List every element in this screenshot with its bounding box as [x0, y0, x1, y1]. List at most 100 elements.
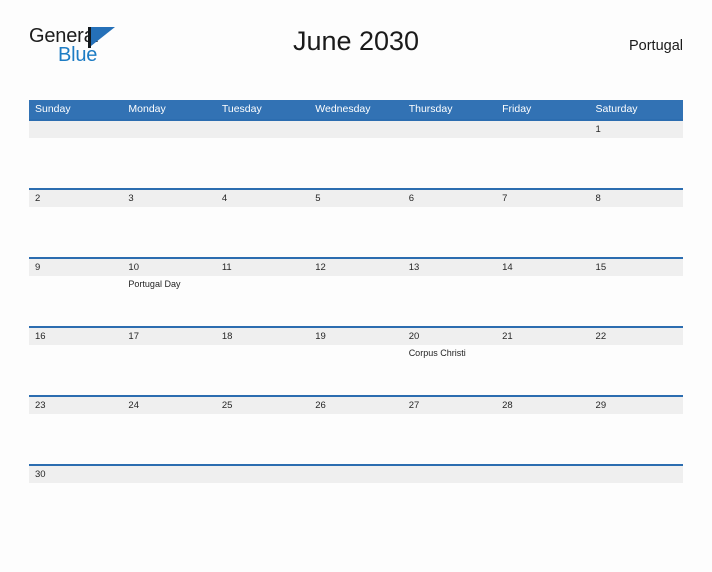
- country-label: Portugal: [628, 38, 683, 54]
- day-number[interactable]: [496, 466, 589, 483]
- day-number[interactable]: 26: [309, 397, 402, 414]
- day-event: [496, 345, 589, 395]
- day-number[interactable]: 19: [309, 328, 402, 345]
- day-number[interactable]: 28: [496, 397, 589, 414]
- day-event: [216, 483, 309, 493]
- day-event: Corpus Christi: [408, 348, 466, 358]
- day-number[interactable]: [216, 121, 309, 138]
- day-number[interactable]: 10: [122, 259, 215, 276]
- weekday-saturday: Saturday: [595, 103, 638, 115]
- day-number[interactable]: 4: [216, 190, 309, 207]
- day-number[interactable]: 11: [216, 259, 309, 276]
- day-event: [496, 414, 589, 464]
- day-event: [122, 138, 215, 188]
- day-number[interactable]: [122, 121, 215, 138]
- day-event: [309, 207, 402, 257]
- day-number[interactable]: 13: [403, 259, 496, 276]
- day-event: [122, 345, 215, 395]
- day-number[interactable]: 17: [122, 328, 215, 345]
- weekday-friday: Friday: [502, 103, 532, 115]
- day-number[interactable]: 1: [590, 121, 683, 138]
- day-event: [216, 276, 309, 326]
- week-event-band: [29, 138, 683, 188]
- day-number[interactable]: 29: [590, 397, 683, 414]
- day-number[interactable]: 20: [403, 328, 496, 345]
- calendar-week-row: 30: [29, 464, 683, 493]
- day-number[interactable]: 7: [496, 190, 589, 207]
- day-number[interactable]: 24: [122, 397, 215, 414]
- day-number[interactable]: 21: [496, 328, 589, 345]
- day-number[interactable]: 16: [29, 328, 122, 345]
- weekday-sunday: Sunday: [35, 103, 71, 115]
- day-number[interactable]: 27: [403, 397, 496, 414]
- day-event: [29, 276, 122, 326]
- day-number[interactable]: [403, 121, 496, 138]
- day-number[interactable]: [309, 121, 402, 138]
- week-daynumber-band: 1: [29, 121, 683, 138]
- day-event: [590, 414, 683, 464]
- week-event-band: [29, 207, 683, 257]
- day-event: [309, 345, 402, 395]
- week-daynumber-band: 2 3 4 5 6 7 8: [29, 190, 683, 207]
- day-event: [403, 138, 496, 188]
- day-number[interactable]: 12: [309, 259, 402, 276]
- week-daynumber-band: 23 24 25 26 27 28 29: [29, 397, 683, 414]
- day-number[interactable]: [122, 466, 215, 483]
- day-number[interactable]: [309, 466, 402, 483]
- calendar-week-row: 16 17 18 19 20 21 22 Corpus Christi: [29, 326, 683, 395]
- week-daynumber-band: 30: [29, 466, 683, 483]
- calendar-page: General Blue June 2030 Portugal Sunday M…: [0, 22, 712, 572]
- week-event-band: Corpus Christi: [29, 345, 683, 395]
- day-number[interactable]: 15: [590, 259, 683, 276]
- day-number[interactable]: 30: [29, 466, 122, 483]
- day-event: [309, 276, 402, 326]
- day-number[interactable]: 9: [29, 259, 122, 276]
- day-number[interactable]: 2: [29, 190, 122, 207]
- week-event-band: Portugal Day: [29, 276, 683, 326]
- day-number[interactable]: 3: [122, 190, 215, 207]
- day-number[interactable]: 6: [403, 190, 496, 207]
- day-event: [590, 276, 683, 326]
- day-event: [496, 207, 589, 257]
- calendar-table: Sunday Monday Tuesday Wednesday Thursday…: [29, 100, 683, 493]
- day-event: [29, 483, 122, 493]
- day-event: [29, 414, 122, 464]
- day-number[interactable]: [496, 121, 589, 138]
- day-number[interactable]: [29, 121, 122, 138]
- day-number[interactable]: 25: [216, 397, 309, 414]
- week-event-band: [29, 414, 683, 464]
- day-event: [590, 138, 683, 188]
- day-event: [590, 345, 683, 395]
- day-event: Portugal Day: [128, 279, 181, 289]
- day-number[interactable]: [590, 466, 683, 483]
- day-number[interactable]: [216, 466, 309, 483]
- week-daynumber-band: 9 10 11 12 13 14 15: [29, 259, 683, 276]
- calendar-week-row: 9 10 11 12 13 14 15 Portugal Day: [29, 257, 683, 326]
- day-event: [29, 138, 122, 188]
- day-event: [122, 483, 215, 493]
- day-event: [590, 207, 683, 257]
- day-number[interactable]: 23: [29, 397, 122, 414]
- day-number[interactable]: 22: [590, 328, 683, 345]
- week-daynumber-band: 16 17 18 19 20 21 22: [29, 328, 683, 345]
- day-event: [216, 207, 309, 257]
- day-number[interactable]: 14: [496, 259, 589, 276]
- day-number[interactable]: 5: [309, 190, 402, 207]
- day-event: [403, 483, 496, 493]
- page-title: June 2030: [292, 26, 420, 56]
- day-number[interactable]: 18: [216, 328, 309, 345]
- day-event: [29, 345, 122, 395]
- weekday-monday: Monday: [128, 103, 166, 115]
- weekday-tuesday: Tuesday: [221, 103, 262, 115]
- day-event: [403, 414, 496, 464]
- day-event: [29, 207, 122, 257]
- calendar-week-row: 2 3 4 5 6 7 8: [29, 188, 683, 257]
- day-number[interactable]: [403, 466, 496, 483]
- weekday-wednesday: Wednesday: [315, 103, 371, 115]
- day-event: [216, 345, 309, 395]
- day-event: [309, 138, 402, 188]
- day-event: [496, 276, 589, 326]
- day-number[interactable]: 8: [590, 190, 683, 207]
- day-event: [590, 483, 683, 493]
- page-header: General Blue June 2030 Portugal: [29, 22, 683, 74]
